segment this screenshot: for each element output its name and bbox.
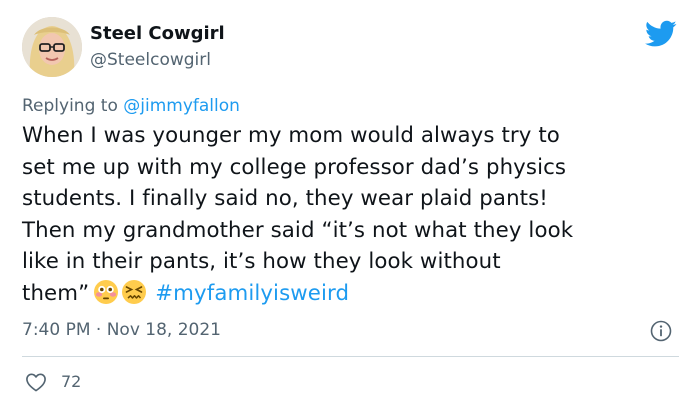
tweet-text-line: them”	[22, 280, 90, 306]
tweet-text-line: Then my grandmother said “it’s not what …	[22, 217, 574, 243]
tweet-text-line: students. I finally said no, they wear p…	[22, 186, 548, 211]
avatar[interactable]	[22, 17, 82, 77]
tweet-text-line: like in their pants, it’s how they look …	[22, 249, 501, 274]
flushed-face-emoji-icon	[94, 279, 119, 304]
tweet-text-last-line: them” #myfamilyisweird	[22, 278, 687, 310]
divider	[22, 356, 679, 357]
tweet-text-line: set me up with my college professor dad’…	[22, 154, 567, 180]
author-info: Steel Cowgirl @Steelcowgirl	[90, 22, 225, 72]
heart-icon	[26, 373, 46, 392]
like-count: 72	[61, 372, 82, 391]
author-handle[interactable]: @Steelcowgirl	[90, 48, 225, 72]
tweet-text-line: When I was younger my mom would always t…	[22, 123, 560, 148]
reply-mention-link[interactable]: @jimmyfallon	[123, 96, 240, 116]
hashtag-link[interactable]: #myfamilyisweird	[155, 281, 349, 306]
like-button[interactable]: 72	[25, 372, 81, 392]
avatar-photo	[22, 17, 82, 77]
tweet-timestamp[interactable]: 7:40 PM · Nov 18, 2021	[22, 318, 221, 342]
author-display-name[interactable]: Steel Cowgirl	[90, 22, 225, 46]
twitter-bird-icon[interactable]	[645, 20, 677, 48]
reply-context: Replying to @jimmyfallon	[22, 95, 240, 117]
tweet-card: Steel Cowgirl @Steelcowgirl Replying to …	[0, 0, 700, 410]
confounded-face-emoji-icon	[122, 279, 147, 304]
tweet-text: When I was younger my mom would always t…	[22, 120, 687, 309]
reply-prefix: Replying to	[22, 96, 118, 116]
info-icon[interactable]	[650, 320, 672, 342]
